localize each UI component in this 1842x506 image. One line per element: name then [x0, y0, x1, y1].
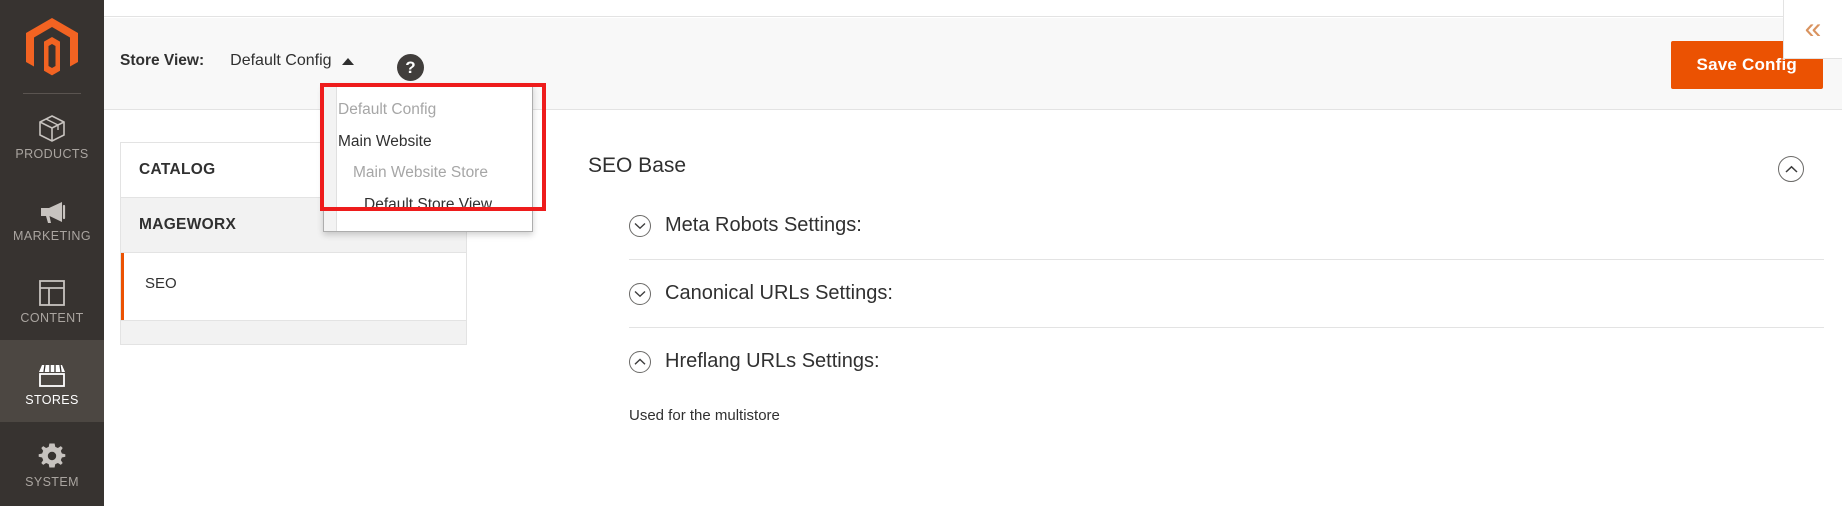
question-mark-icon[interactable]: ?: [397, 54, 424, 81]
config-item-label: SEO: [145, 275, 177, 292]
page-title: SEO Base: [588, 154, 687, 177]
sidebar-item-system[interactable]: SYSTEM: [0, 422, 104, 504]
config-section-title: CATALOG: [139, 161, 216, 178]
sidebar-item-label: STORES: [25, 393, 79, 408]
store-view-dropdown[interactable]: Default Config Main Website Main Website…: [323, 84, 533, 232]
admin-sidebar: PRODUCTS MARKETING CONTENT STORES SYSTEM: [0, 0, 104, 506]
store-option-label: Main Website Store: [353, 164, 488, 181]
config-nav-footer: [121, 320, 466, 344]
magento-admin-page: PRODUCTS MARKETING CONTENT STORES SYSTEM…: [0, 0, 1842, 506]
config-section-body: SEO: [121, 253, 466, 320]
sidebar-item-content[interactable]: CONTENT: [0, 258, 104, 340]
sidebar-item-marketing[interactable]: MARKETING: [0, 176, 104, 258]
store-view-switcher[interactable]: Store View: Default Config: [120, 52, 354, 70]
double-chevron-left-icon[interactable]: «: [1783, 0, 1842, 59]
circle-chevron-up-icon[interactable]: [1778, 156, 1804, 182]
config-content: SEO Base Meta Robots Settings: Canonical…: [574, 142, 1824, 424]
sidebar-item-products[interactable]: PRODUCTS: [0, 94, 104, 176]
storefront-icon: [36, 355, 68, 389]
magento-logo-icon[interactable]: [0, 0, 104, 94]
content-header: SEO Base: [574, 142, 1824, 192]
store-view-current: Default Config: [230, 52, 332, 69]
circle-chevron-up-icon: [629, 350, 651, 373]
top-strip: [104, 0, 1842, 17]
store-option-main-website[interactable]: Main Website: [324, 126, 532, 158]
main-content-area: Store View: Default Config ? Save Config…: [104, 0, 1842, 506]
fieldset-note: Used for the multistore: [629, 407, 780, 424]
config-item-seo[interactable]: SEO: [121, 253, 466, 320]
config-section-title: MAGEWORX: [139, 216, 237, 233]
collapse-glyph: «: [1804, 12, 1822, 45]
fieldset-title: Canonical URLs Settings:: [665, 282, 893, 304]
layout-icon: [38, 273, 66, 307]
fieldset-hreflang-urls[interactable]: Hreflang URLs Settings:: [629, 327, 1824, 395]
store-option-main-website-store: Main Website Store: [324, 157, 532, 189]
box-icon: [37, 109, 67, 143]
sidebar-item-label: CONTENT: [20, 311, 84, 326]
sidebar-item-stores[interactable]: STORES: [0, 340, 104, 422]
store-option-label: Default Config: [338, 101, 437, 118]
store-view-label: Store View:: [120, 52, 205, 69]
sidebar-item-label: PRODUCTS: [15, 147, 89, 162]
sidebar-item-label: SYSTEM: [25, 475, 79, 490]
circle-chevron-down-icon: [629, 214, 651, 237]
store-option-label: Main Website: [338, 132, 432, 150]
caret-up-icon: [341, 57, 354, 65]
store-option-default-config: Default Config: [324, 94, 532, 126]
fieldset-title: Hreflang URLs Settings:: [665, 350, 880, 372]
fieldset-canonical-urls[interactable]: Canonical URLs Settings:: [629, 259, 1824, 327]
store-view-value[interactable]: Default Config: [230, 52, 354, 70]
fieldset-list: Meta Robots Settings: Canonical URLs Set…: [574, 192, 1824, 424]
store-option-label: Default Store View: [364, 195, 493, 213]
fieldset-title: Meta Robots Settings:: [665, 214, 862, 236]
circle-chevron-down-icon: [629, 282, 651, 305]
megaphone-icon: [36, 191, 68, 225]
sidebar-item-label: MARKETING: [13, 229, 91, 244]
fieldset-meta-robots[interactable]: Meta Robots Settings:: [629, 192, 1824, 259]
help-glyph: ?: [405, 57, 416, 77]
store-option-default-store-view[interactable]: Default Store View: [324, 189, 532, 221]
gear-icon: [37, 437, 67, 471]
